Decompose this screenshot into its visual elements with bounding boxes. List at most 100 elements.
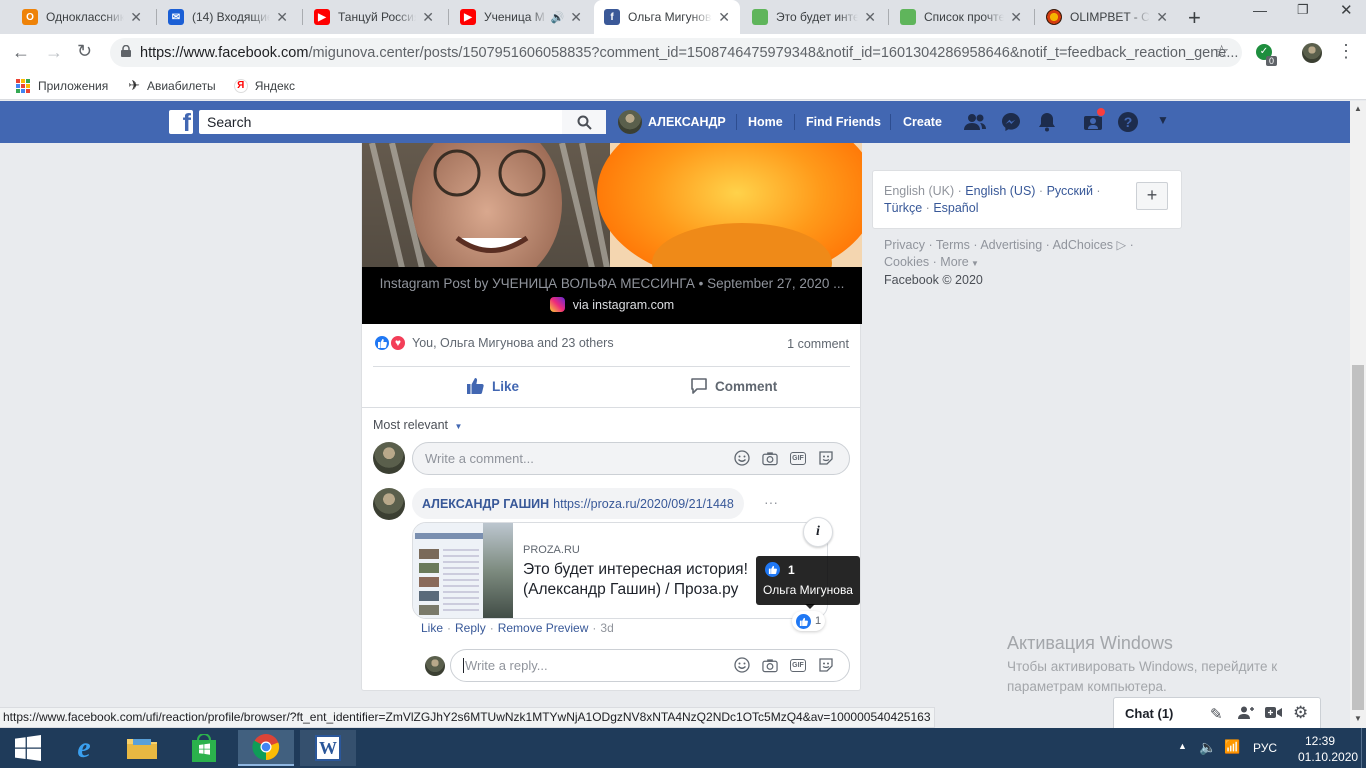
messenger-icon[interactable] [1001,112,1021,135]
tab-reading-list[interactable]: Список прочте ✕ [890,0,1032,34]
new-message-icon[interactable]: ✎ [1210,705,1223,723]
language-ru[interactable]: Русский [1047,184,1093,198]
comment-count[interactable]: 1 comment [787,337,849,351]
friend-requests-icon[interactable] [964,112,986,135]
create-group-icon[interactable] [1238,705,1254,723]
search-input[interactable]: Search [199,110,606,134]
menu-dots-icon[interactable]: ⋮ [1337,41,1355,62]
start-button[interactable] [0,730,56,766]
account-dropdown-icon[interactable]: ▼ [1157,113,1169,127]
facebook-logo[interactable]: f [169,110,193,134]
nav-home[interactable]: Home [748,101,783,143]
bookmark-apps[interactable]: Приложения [16,78,108,93]
chat-settings-gear-icon[interactable]: ⚙ [1293,703,1308,723]
camera-icon[interactable] [762,657,778,673]
tab-odnoklassniki[interactable]: О Одноклассники ✕ [12,0,152,34]
scrollbar-thumb[interactable] [1352,365,1364,710]
bookmark-yandex[interactable]: Я Яндекс [233,78,295,93]
emoji-icon[interactable] [734,450,750,466]
back-button[interactable]: ← [12,42,30,63]
sort-dropdown[interactable]: Most relevant ▼ [373,418,462,432]
network-icon[interactable]: 📶 [1224,739,1240,755]
volume-icon[interactable]: 🔈 [1199,739,1216,756]
taskbar-store[interactable] [176,730,232,766]
language-es[interactable]: Español [933,201,978,215]
video-call-icon[interactable] [1265,706,1282,722]
tab-olimpbet[interactable]: OLIMPBET - Сп ✕ [1036,0,1178,34]
sticker-icon[interactable] [818,657,834,673]
taskbar-ie[interactable]: e [56,730,112,766]
like-button[interactable]: Like [466,377,519,395]
info-icon[interactable]: i [803,517,833,547]
tray-expand-icon[interactable]: ▲ [1178,741,1187,751]
post-image[interactable] [362,143,862,268]
tab-inbox[interactable]: ✉ (14) Входящие ✕ [158,0,298,34]
taskbar-explorer[interactable] [114,730,170,766]
reload-button[interactable]: ↻ [77,41,92,62]
scroll-up-arrow[interactable]: ▲ [1354,104,1362,113]
help-icon[interactable]: ? [1118,112,1138,132]
reactions-summary[interactable]: ♥ You, Ольга Мигунова and 23 others [373,334,614,352]
speaker-icon[interactable]: 🔊 [551,11,565,24]
footer-more[interactable]: More [940,255,968,269]
remove-preview-link[interactable]: Remove Preview [498,621,589,635]
comment-options-icon[interactable]: ··· [764,494,778,510]
bookmark-aviabilety[interactable]: ✈ Авиабилеты [128,77,215,94]
emoji-icon[interactable] [734,657,750,673]
camera-icon[interactable] [762,450,778,466]
language-en-us[interactable]: English (US) [965,184,1035,198]
sticker-icon[interactable] [818,450,834,466]
commenter-avatar[interactable] [373,442,405,474]
footer-privacy[interactable]: Privacy [884,238,925,252]
tab-proza-story[interactable]: Это будет инте ✕ [742,0,886,34]
minimize-button[interactable]: — [1253,2,1267,18]
gif-icon[interactable]: GIF [790,657,806,673]
taskbar-word[interactable]: W [300,730,356,766]
taskbar-chrome[interactable] [238,730,294,766]
footer-adchoices[interactable]: AdChoices [1053,238,1113,252]
bookmark-star-icon[interactable]: ☆ [1214,42,1229,62]
notifications-bell-icon[interactable] [1038,112,1056,135]
footer-terms[interactable]: Terms [936,238,970,252]
forward-button[interactable]: → [45,42,63,63]
nav-find-friends[interactable]: Find Friends [806,101,881,143]
comment-reaction-count[interactable]: 1 [792,611,826,631]
comment-button[interactable]: Comment [690,377,777,395]
close-icon[interactable]: ✕ [276,9,288,26]
show-desktop-button[interactable] [1361,728,1366,768]
new-tab-button[interactable]: + [1188,5,1201,31]
nav-create[interactable]: Create [903,101,942,143]
restore-button[interactable]: ❐ [1297,2,1309,18]
comment-link[interactable]: https://proza.ru/2020/09/21/1448 [553,497,734,511]
close-icon[interactable]: ✕ [864,9,876,26]
instagram-caption-box[interactable]: Instagram Post by УЧЕНИЦА ВОЛЬФА МЕССИНГ… [362,267,862,324]
close-icon[interactable]: ✕ [570,9,582,26]
window-close-button[interactable]: ✕ [1340,1,1353,19]
scroll-down-arrow[interactable]: ▼ [1354,714,1362,723]
chat-bar[interactable]: Chat (1) ✎ ⚙ [1113,697,1321,728]
comment-author[interactable]: АЛЕКСАНДР ГАШИН [422,497,549,511]
comment-reply-link[interactable]: Reply [455,621,486,635]
close-icon[interactable]: ✕ [422,9,434,26]
comment-like-link[interactable]: Like [421,621,443,635]
tab-youtube-dance[interactable]: ▶ Танцуй Россия ✕ [304,0,444,34]
language-tr[interactable]: Türkçe [884,201,922,215]
tab-youtube-student[interactable]: ▶ Ученица М 🔊 ✕ [450,0,592,34]
input-language[interactable]: РУС [1253,741,1277,755]
close-icon[interactable]: ✕ [130,9,142,26]
footer-cookies[interactable]: Cookies [884,255,929,269]
address-bar[interactable]: https://www.facebook.com/migunova.center… [110,38,1242,67]
add-language-button[interactable]: + [1136,182,1168,210]
close-icon[interactable]: ✕ [1010,9,1022,26]
gif-icon[interactable]: GIF [790,450,806,466]
profile-nav[interactable]: АЛЕКСАНДР [618,101,726,143]
footer-advertising[interactable]: Advertising [980,238,1042,252]
search-button[interactable] [562,110,606,134]
instagram-icon [549,297,565,312]
tab-facebook-active[interactable]: f Ольга Мигунова ✕ [594,0,740,34]
profile-avatar[interactable] [1302,43,1322,63]
close-icon[interactable]: ✕ [718,9,730,26]
clock[interactable]: 12:39 01.10.2020 [1298,733,1358,765]
comment-author-avatar[interactable] [373,488,405,520]
close-icon[interactable]: ✕ [1156,9,1168,26]
